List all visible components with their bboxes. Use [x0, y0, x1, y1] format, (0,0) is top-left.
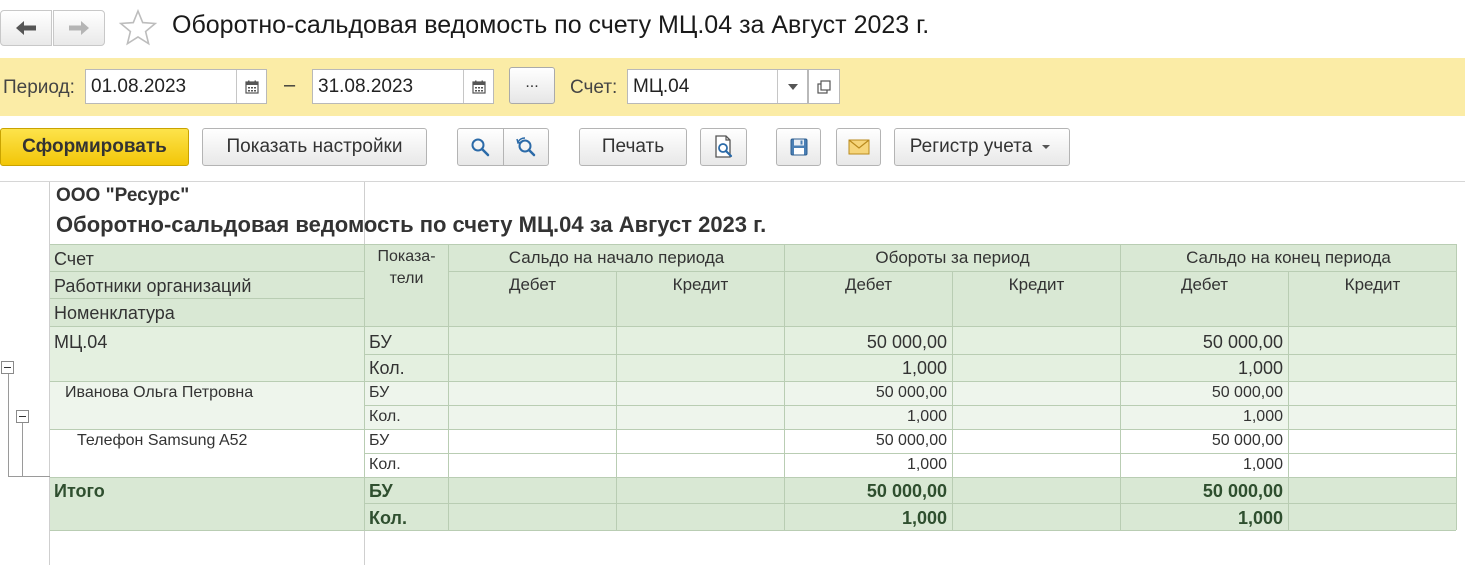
window-title: Оборотно-сальдовая ведомость по счету МЦ…	[172, 11, 930, 39]
register-dropdown-button[interactable]: Регистр учета	[894, 128, 1070, 166]
register-label: Регистр учета	[909, 136, 1033, 157]
floppy-disk-icon	[790, 138, 807, 156]
account-field[interactable]: МЦ.04	[627, 69, 808, 104]
header-indicators-2: тели	[389, 270, 424, 287]
header-indicators-1: Показа-	[377, 248, 436, 265]
row-turnover-debit: 1,000	[901, 358, 947, 378]
header-nomenclature: Номенклатура	[54, 303, 175, 323]
row-indicator: БУ	[369, 332, 392, 352]
toolbar-divider	[0, 181, 1465, 182]
header-employees: Работники организаций	[54, 276, 252, 296]
collapse-account-group[interactable]	[1, 361, 14, 374]
row-turnover-debit: 50 000,00	[875, 384, 947, 401]
header-opening-balance: Сальдо на начало периода	[508, 248, 725, 267]
row-employee-name: Иванова Ольга Петровна	[65, 384, 254, 401]
account-label: Счет:	[570, 77, 618, 98]
header-turnover-credit: Кредит	[1008, 275, 1065, 294]
account-dropdown-button[interactable]	[777, 70, 807, 103]
header-closing-balance: Сальдо на конец периода	[1186, 248, 1391, 267]
chevron-down-icon	[1042, 145, 1051, 149]
header-account: Счет	[54, 249, 94, 269]
find-next-button[interactable]	[504, 129, 549, 165]
totals-turnover-debit: 50 000,00	[866, 481, 947, 501]
row-indicator: БУ	[369, 384, 390, 401]
report-title: Оборотно-сальдовая ведомость по счету МЦ…	[56, 212, 767, 237]
date-to-calendar-button[interactable]	[463, 70, 493, 103]
row-item-name: Телефон Samsung A52	[77, 432, 248, 449]
account-value[interactable]: МЦ.04	[628, 76, 777, 98]
star-icon	[118, 8, 158, 46]
row-account-name: МЦ.04	[54, 332, 108, 352]
account-open-button[interactable]	[808, 69, 840, 104]
row-closing-debit: 1,000	[1237, 358, 1283, 378]
send-email-button[interactable]	[836, 128, 881, 166]
print-button[interactable]: Печать	[579, 128, 687, 166]
find-button[interactable]	[458, 129, 503, 165]
show-settings-button[interactable]: Показать настройки	[202, 128, 427, 166]
title-bar: Оборотно-сальдовая ведомость по счету МЦ…	[0, 0, 1465, 58]
date-from-calendar-button[interactable]	[236, 70, 266, 103]
totals-indicator: Кол.	[369, 508, 407, 528]
row-indicator: Кол.	[369, 358, 405, 378]
totals-closing-debit: 1,000	[1237, 508, 1283, 528]
period-label: Период:	[3, 77, 75, 98]
row-turnover-debit: 50 000,00	[866, 332, 947, 352]
select-period-button[interactable]: ...	[509, 67, 555, 104]
date-from-field[interactable]: 01.08.2023	[85, 69, 267, 104]
chevron-down-icon	[787, 83, 798, 90]
header-closing-debit: Дебет	[1181, 275, 1228, 294]
forward-button[interactable]	[53, 10, 105, 46]
generate-button[interactable]: Сформировать	[0, 128, 189, 166]
row-closing-debit: 50 000,00	[1211, 384, 1283, 401]
back-button[interactable]	[0, 10, 52, 46]
row-closing-debit: 1,000	[1242, 456, 1283, 473]
header-closing-credit: Кредит	[1344, 275, 1401, 294]
arrow-right-icon	[69, 21, 89, 35]
open-icon	[817, 79, 831, 94]
search-icon	[471, 138, 490, 157]
row-closing-debit: 1,000	[1242, 408, 1283, 425]
calendar-icon	[471, 80, 486, 94]
date-to-field[interactable]: 31.08.2023	[312, 69, 494, 104]
print-preview-button[interactable]	[700, 128, 747, 166]
period-bar: Период: 01.08.2023 – 31.08.2023 ... Счет…	[0, 58, 1465, 116]
organization-name: ООО "Ресурс"	[56, 185, 190, 206]
date-to-value[interactable]: 31.08.2023	[313, 76, 463, 98]
header-turnover-debit: Дебет	[845, 275, 892, 294]
save-button[interactable]	[776, 128, 821, 166]
row-indicator: Кол.	[369, 408, 401, 425]
search-button-group	[457, 128, 549, 166]
totals-indicator: БУ	[369, 481, 393, 501]
row-closing-debit: 50 000,00	[1211, 432, 1283, 449]
header-turnover: Обороты за период	[875, 248, 1030, 267]
header-opening-credit: Кредит	[672, 275, 729, 294]
date-from-value[interactable]: 01.08.2023	[86, 76, 236, 98]
totals-label: Итого	[54, 481, 105, 501]
envelope-icon	[848, 139, 869, 155]
header-opening-debit: Дебет	[509, 275, 556, 294]
row-closing-debit: 50 000,00	[1202, 332, 1283, 352]
row-indicator: Кол.	[369, 456, 401, 473]
row-turnover-debit: 1,000	[906, 408, 947, 425]
row-indicator: БУ	[369, 432, 390, 449]
period-dash: –	[284, 74, 296, 96]
search-next-icon	[516, 137, 535, 157]
totals-closing-debit: 50 000,00	[1202, 481, 1283, 501]
row-turnover-debit: 1,000	[906, 456, 947, 473]
row-turnover-debit: 50 000,00	[875, 432, 947, 449]
arrow-left-icon	[16, 21, 36, 35]
print-preview-icon	[714, 135, 732, 158]
collapse-employee-group[interactable]	[16, 410, 29, 423]
favorite-button[interactable]	[118, 8, 158, 53]
calendar-icon	[244, 80, 259, 94]
totals-turnover-debit: 1,000	[901, 508, 947, 528]
